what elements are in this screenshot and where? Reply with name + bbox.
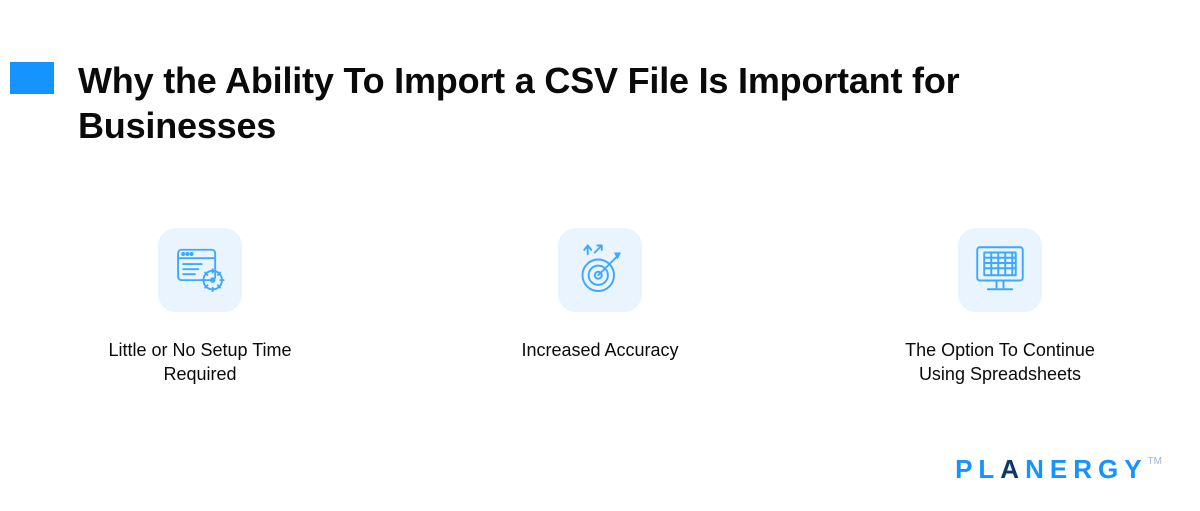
brand-trademark: TM xyxy=(1148,456,1162,467)
feature-setup-time: Little or No Setup Time Required xyxy=(80,228,320,387)
target-arrows-icon xyxy=(572,242,628,298)
feature-spreadsheets: The Option To Continue Using Spreadsheet… xyxy=(880,228,1120,387)
brand-pre: PL xyxy=(955,454,1000,484)
accent-bar xyxy=(10,62,54,94)
features-row: Little or No Setup Time Required Increas… xyxy=(0,228,1200,387)
brand-post: NERGY xyxy=(1025,454,1147,484)
feature-label: The Option To Continue Using Spreadsheet… xyxy=(880,338,1120,387)
page-title: Why the Ability To Import a CSV File Is … xyxy=(78,58,1098,148)
feature-label: Little or No Setup Time Required xyxy=(80,338,320,387)
feature-label: Increased Accuracy xyxy=(521,338,678,362)
title-row: Why the Ability To Import a CSV File Is … xyxy=(0,0,1200,148)
spreadsheet-monitor-icon xyxy=(972,242,1028,298)
icon-tile xyxy=(958,228,1042,312)
icon-tile xyxy=(558,228,642,312)
browser-setup-gear-icon xyxy=(173,243,227,297)
brand-wordmark: PLANERGY xyxy=(955,454,1147,485)
brand-dark-letter: A xyxy=(1000,454,1025,484)
feature-accuracy: Increased Accuracy xyxy=(480,228,720,387)
brand-logo: PLANERGY TM xyxy=(955,454,1164,485)
icon-tile xyxy=(158,228,242,312)
